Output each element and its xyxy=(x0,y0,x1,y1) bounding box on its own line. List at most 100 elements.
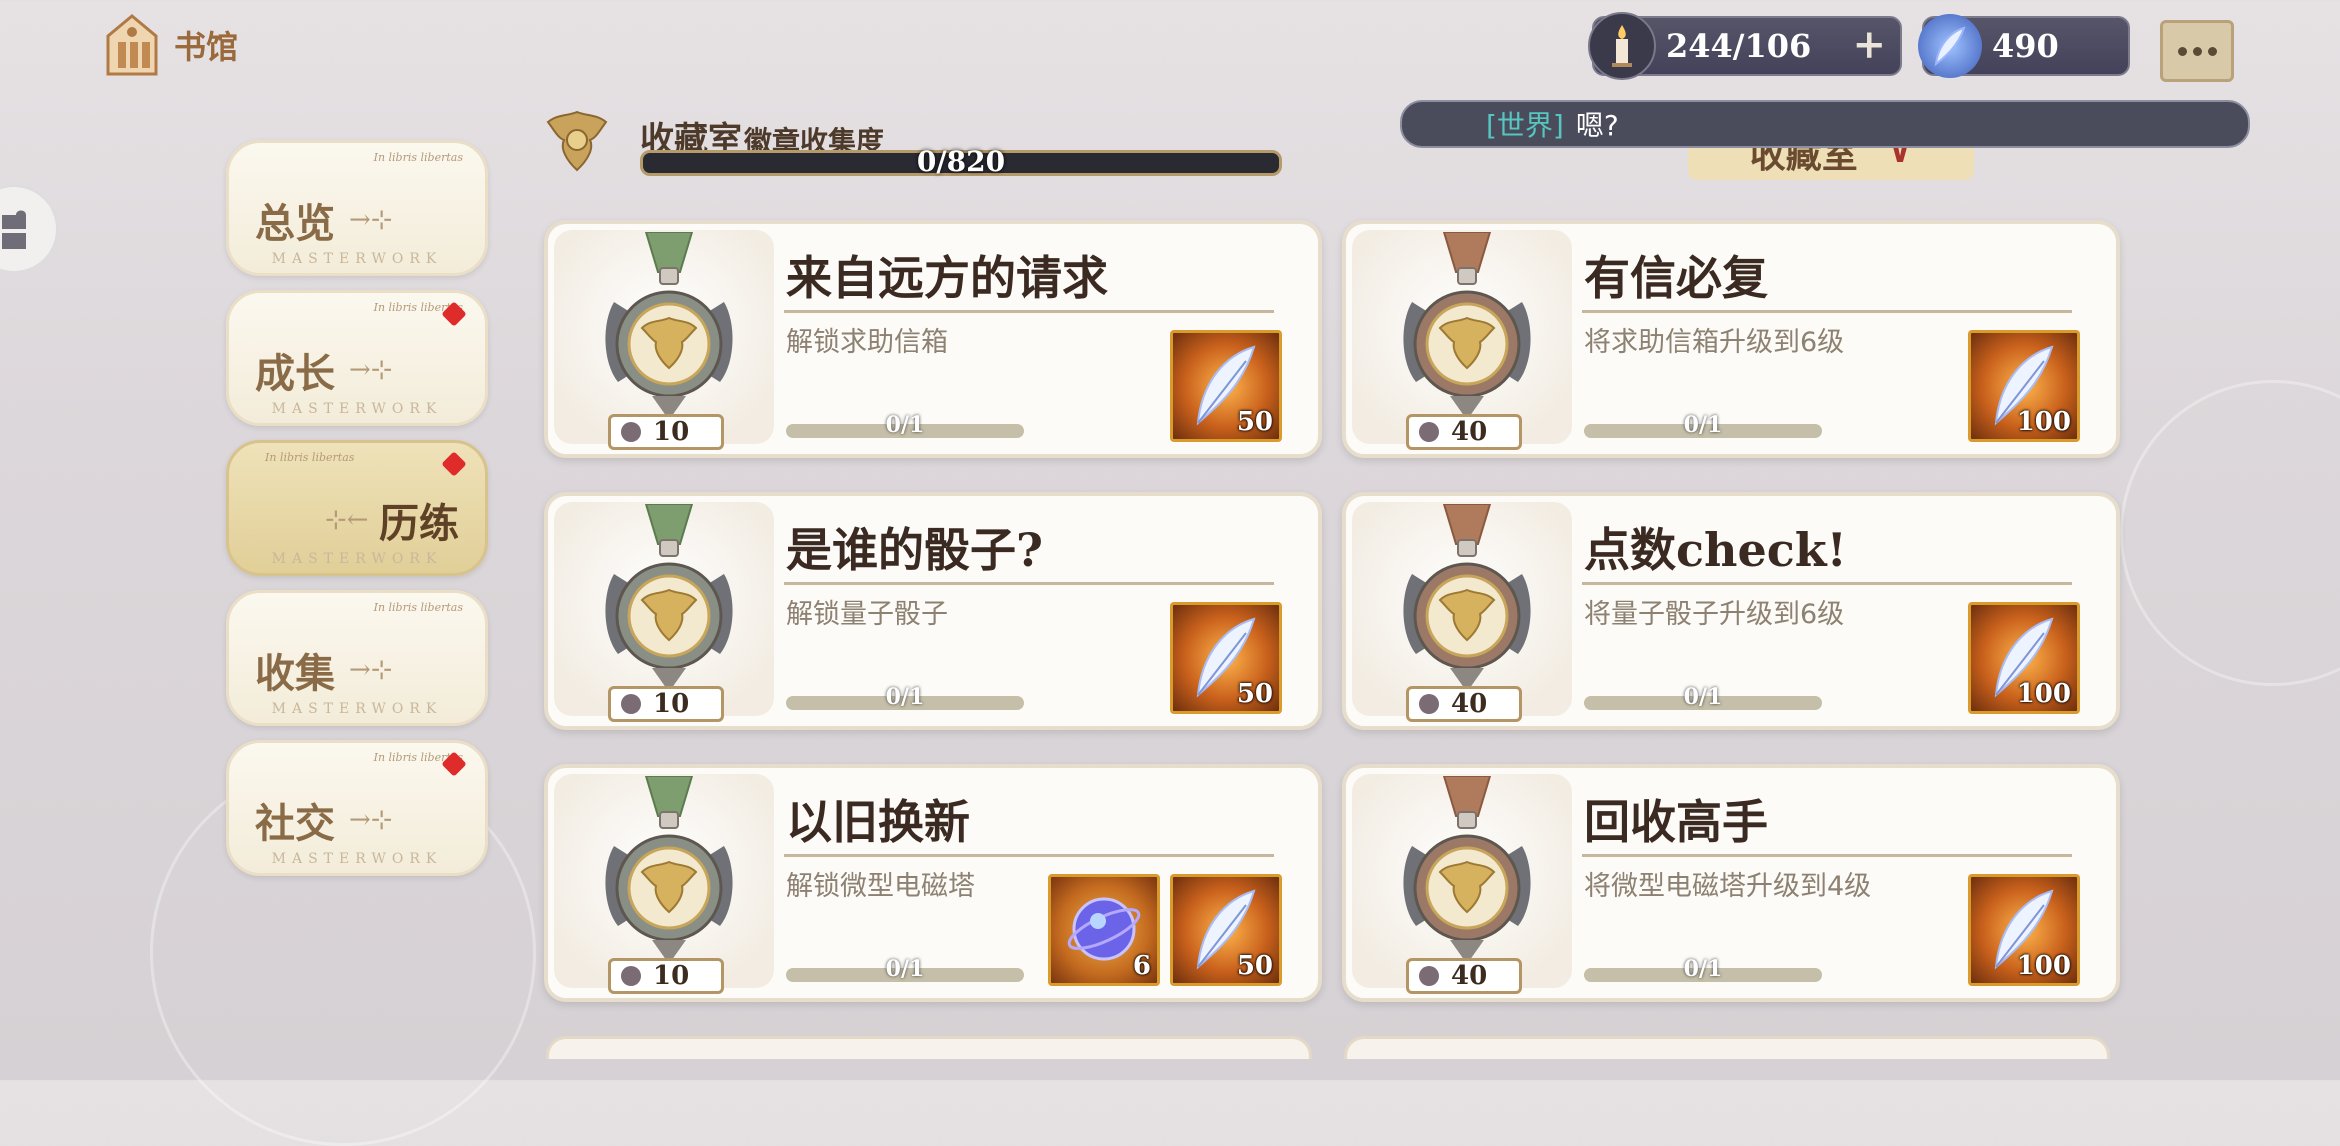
reward-item[interactable]: 50 xyxy=(1170,330,1282,442)
dot-icon xyxy=(2207,46,2217,56)
reward-quantity: 100 xyxy=(2016,951,2071,981)
achievement-progress-value: 0/1 xyxy=(885,956,925,982)
divider xyxy=(784,310,1274,313)
home-label: 书馆 xyxy=(174,28,239,66)
achievement-progress-value: 0/1 xyxy=(1683,684,1723,710)
medal-area: 10 xyxy=(554,502,774,722)
nav-masterwork: MASTERWORK xyxy=(271,251,443,267)
reward-item[interactable]: 100 xyxy=(1968,874,2080,986)
points-icon xyxy=(1419,966,1439,986)
achievement-title: 以旧换新 xyxy=(786,795,970,849)
achievement-card[interactable]: 10 以旧换新 解锁微型电磁塔 0/1 6 50 xyxy=(544,764,1322,1002)
reward-item[interactable]: 50 xyxy=(1170,874,1282,986)
medal-points: 10 xyxy=(608,958,724,994)
medal-icon xyxy=(605,776,733,964)
nav-label: 成长 xyxy=(255,350,335,397)
achievement-progress-value: 0/1 xyxy=(885,684,925,710)
achievement-description: 将微型电磁塔升级到4级 xyxy=(1584,871,1872,902)
reward-item[interactable]: 100 xyxy=(1968,330,2080,442)
achievement-card[interactable]: 10 来自远方的请求 解锁求助信箱 0/1 50 xyxy=(544,220,1322,458)
achievement-card[interactable]: 40 有信必复 将求助信箱升级到6级 0/1 100 xyxy=(1342,220,2120,458)
medal-icon xyxy=(1403,504,1531,692)
collection-progress-bar: 0/820 xyxy=(640,145,1282,178)
medal-points: 40 xyxy=(1406,958,1522,994)
points-icon xyxy=(621,422,641,442)
achievement-description: 解锁量子骰子 xyxy=(786,599,948,630)
add-stamina-button[interactable]: + xyxy=(1852,25,1886,65)
reward-item[interactable]: 50 xyxy=(1170,602,1282,714)
nav-masterwork: MASTERWORK xyxy=(271,851,443,867)
achievement-card-partial xyxy=(1344,1036,2110,1059)
medal-area: 40 xyxy=(1352,230,1572,450)
achievement-progress-bar: 0/1 xyxy=(786,412,1024,438)
achievement-description: 将求助信箱升级到6级 xyxy=(1584,327,1845,358)
stamina-resource: 244/106 + xyxy=(1588,12,1902,80)
achievement-title: 点数check! xyxy=(1584,523,1847,577)
medal-points: 40 xyxy=(1406,686,1522,722)
points-icon xyxy=(1419,694,1439,714)
nav-overview[interactable]: In libris libertas 总览 →⊹ MASTERWORK xyxy=(226,140,488,276)
world-chat-bar[interactable]: [世界] 嗯? xyxy=(1400,100,2250,148)
reward-quantity: 50 xyxy=(1236,951,1273,981)
achievement-progress-bar: 0/1 xyxy=(786,956,1024,982)
gem-value: 490 xyxy=(1992,27,2059,65)
divider xyxy=(1582,310,2072,313)
achievement-title: 有信必复 xyxy=(1584,251,1768,305)
medal-points: 40 xyxy=(1406,414,1522,450)
nav-growth[interactable]: In libris libertas 成长 →⊹ MASTERWORK xyxy=(226,290,488,426)
achievement-card[interactable]: 10 是谁的骰子? 解锁量子骰子 0/1 50 xyxy=(544,492,1322,730)
library-icon xyxy=(106,14,158,76)
chat-channel: [世界] xyxy=(1486,109,1564,142)
achievement-card[interactable]: 40 点数check! 将量子骰子升级到6级 0/1 100 xyxy=(1342,492,2120,730)
reward-quantity: 50 xyxy=(1236,679,1273,709)
stamina-value: 244/106 xyxy=(1666,27,1812,65)
nav-collection[interactable]: In libris libertas 收集 →⊹ MASTERWORK xyxy=(226,590,488,726)
achievement-description: 将量子骰子升级到6级 xyxy=(1584,599,1845,630)
arrow-icon: →⊹ xyxy=(349,805,393,835)
chat-button[interactable] xyxy=(2160,20,2234,82)
medal-area: 10 xyxy=(554,774,774,994)
gem-resource: 490 xyxy=(1918,14,2130,78)
collection-progress-value: 0/820 xyxy=(916,145,1006,178)
medal-points-value: 10 xyxy=(653,961,690,991)
arrow-icon: →⊹ xyxy=(349,355,393,385)
home-button[interactable]: 书馆 xyxy=(104,10,254,80)
puzzle-icon xyxy=(2,210,26,249)
reward-item[interactable]: 100 xyxy=(1968,602,2080,714)
nav-label: 收集 xyxy=(255,650,335,697)
achievement-title: 来自远方的请求 xyxy=(786,251,1108,305)
medal-points-value: 10 xyxy=(653,689,690,719)
arrow-icon: ⊹← xyxy=(325,505,369,535)
nav-masterwork: MASTERWORK xyxy=(271,701,443,717)
nav-motto: In libris libertas xyxy=(265,451,355,464)
points-icon xyxy=(1419,422,1439,442)
achievement-card[interactable]: 40 回收高手 将微型电磁塔升级到4级 0/1 100 xyxy=(1342,764,2120,1002)
candle-icon xyxy=(1588,12,1656,80)
medal-points-value: 40 xyxy=(1451,417,1488,447)
achievement-progress-bar: 0/1 xyxy=(1584,412,1822,438)
feather-gem-icon xyxy=(1918,14,1982,78)
medal-area: 40 xyxy=(1352,502,1572,722)
nav-social[interactable]: In libris libertas 社交 →⊹ MASTERWORK xyxy=(226,740,488,876)
nav-label: 总览 xyxy=(255,200,335,247)
medal-icon xyxy=(1403,776,1531,964)
nav-label: 历练 xyxy=(379,500,459,547)
nav-trials[interactable]: In libris libertas ⊹← 历练 MASTERWORK xyxy=(226,440,488,576)
chat-message: 嗯? xyxy=(1575,109,1619,142)
reward-item[interactable]: 6 xyxy=(1048,874,1160,986)
nav-label: 社交 xyxy=(255,800,335,847)
side-puzzle-button[interactable] xyxy=(0,185,58,273)
achievement-progress-bar: 0/1 xyxy=(1584,956,1822,982)
medal-points-value: 10 xyxy=(653,417,690,447)
nav-motto: In libris libertas xyxy=(373,601,463,614)
eagle-badge-icon xyxy=(546,110,608,172)
achievement-progress-value: 0/1 xyxy=(1683,956,1723,982)
dot-icon xyxy=(2192,46,2202,56)
achievement-title: 回收高手 xyxy=(1584,795,1768,849)
achievement-description: 解锁求助信箱 xyxy=(786,327,948,358)
nav-masterwork: MASTERWORK xyxy=(271,401,443,417)
points-icon xyxy=(621,966,641,986)
arrow-icon: →⊹ xyxy=(349,655,393,685)
divider xyxy=(784,854,1274,857)
medal-icon xyxy=(605,504,733,692)
